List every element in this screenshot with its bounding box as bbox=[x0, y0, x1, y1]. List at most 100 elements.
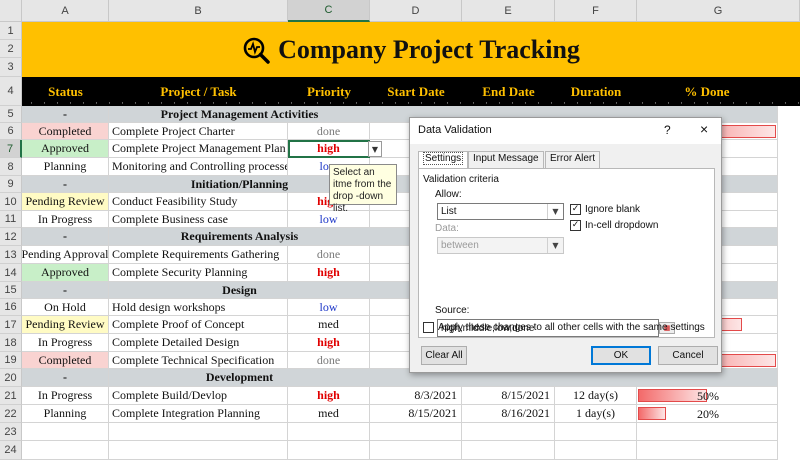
empty-cell[interactable] bbox=[462, 423, 555, 441]
priority-cell[interactable]: high bbox=[288, 140, 370, 158]
empty-cell[interactable] bbox=[22, 423, 109, 441]
empty-cell[interactable] bbox=[288, 441, 370, 460]
row-header-10[interactable]: 10 bbox=[0, 193, 22, 211]
row-header-24[interactable]: 24 bbox=[0, 441, 22, 460]
row-header-9[interactable]: 9 bbox=[0, 176, 22, 193]
header-status[interactable]: Status bbox=[22, 77, 109, 106]
title-banner[interactable]: Company Project Tracking bbox=[22, 22, 800, 77]
row-header-16[interactable]: 16 bbox=[0, 299, 22, 316]
column-header-e[interactable]: E bbox=[462, 0, 555, 22]
header-start-date[interactable]: Start Date bbox=[370, 77, 462, 106]
ignore-blank-checkbox[interactable]: ✓ bbox=[570, 204, 581, 215]
tab-error-alert[interactable]: Error Alert bbox=[545, 151, 601, 168]
task-cell[interactable]: Complete Requirements Gathering bbox=[109, 246, 288, 264]
status-cell[interactable]: In Progress bbox=[22, 211, 109, 228]
row-header-15[interactable]: 15 bbox=[0, 282, 22, 299]
column-header-a[interactable]: A bbox=[22, 0, 109, 22]
task-cell[interactable]: Complete Security Planning bbox=[109, 264, 288, 282]
task-cell[interactable]: Complete Business case bbox=[109, 211, 288, 228]
status-cell[interactable]: Planning bbox=[22, 158, 109, 176]
select-all-corner[interactable] bbox=[0, 0, 22, 22]
task-cell[interactable]: Complete Proof of Concept bbox=[109, 316, 288, 334]
task-cell[interactable]: Complete Build/Devlop bbox=[109, 387, 288, 405]
clear-all-button[interactable]: Clear All bbox=[421, 346, 467, 365]
task-cell[interactable]: Complete Detailed Design bbox=[109, 334, 288, 352]
row-header-1[interactable]: 1 bbox=[0, 22, 22, 40]
section-status-cell[interactable]: - bbox=[22, 106, 109, 123]
row-header-21[interactable]: 21 bbox=[0, 387, 22, 405]
dialog-titlebar[interactable]: Data Validation ? × bbox=[410, 118, 721, 144]
column-header-f[interactable]: F bbox=[555, 0, 637, 22]
priority-cell[interactable]: high bbox=[288, 334, 370, 352]
empty-cell[interactable] bbox=[555, 423, 637, 441]
priority-cell[interactable]: low bbox=[288, 299, 370, 316]
allow-select[interactable]: List ▼ bbox=[437, 203, 564, 220]
column-header-b[interactable]: B bbox=[109, 0, 288, 22]
row-header-12[interactable]: 12 bbox=[0, 228, 22, 246]
task-cell[interactable]: Conduct Feasibility Study bbox=[109, 193, 288, 211]
tab-input-message[interactable]: Input Message bbox=[468, 151, 544, 168]
status-cell[interactable]: Approved bbox=[22, 264, 109, 282]
in-cell-dropdown-checkbox[interactable]: ✓ bbox=[570, 220, 581, 231]
row-header-11[interactable]: 11 bbox=[0, 211, 22, 228]
apply-all-checkbox[interactable] bbox=[423, 322, 434, 333]
empty-cell[interactable] bbox=[637, 423, 778, 441]
column-header-g[interactable]: G bbox=[637, 0, 800, 22]
priority-cell[interactable]: med bbox=[288, 316, 370, 334]
ok-button[interactable]: OK bbox=[591, 346, 651, 365]
column-header-d[interactable]: D bbox=[370, 0, 462, 22]
header-end-date[interactable]: End Date bbox=[462, 77, 555, 106]
column-header-c[interactable]: C bbox=[288, 0, 370, 22]
priority-cell[interactable]: done bbox=[288, 123, 370, 140]
header-task[interactable]: Project / Task bbox=[109, 77, 288, 106]
status-cell[interactable]: In Progress bbox=[22, 387, 109, 405]
close-button[interactable]: × bbox=[700, 121, 708, 137]
status-cell[interactable]: Completed bbox=[22, 123, 109, 140]
help-button[interactable]: ? bbox=[664, 123, 671, 137]
row-header-14[interactable]: 14 bbox=[0, 264, 22, 282]
end-date-cell[interactable]: 8/15/2021 bbox=[462, 387, 555, 405]
empty-cell[interactable] bbox=[462, 441, 555, 460]
priority-cell[interactable]: high bbox=[288, 387, 370, 405]
task-cell[interactable]: Complete Project Management Plan bbox=[109, 140, 288, 158]
task-cell[interactable]: Complete Integration Planning bbox=[109, 405, 288, 423]
status-cell[interactable]: Completed bbox=[22, 352, 109, 369]
row-header-7[interactable]: 7 bbox=[0, 140, 22, 158]
empty-cell[interactable] bbox=[22, 441, 109, 460]
priority-cell[interactable]: med bbox=[288, 405, 370, 423]
start-date-cell[interactable]: 8/3/2021 bbox=[370, 387, 462, 405]
row-header-20[interactable]: 20 bbox=[0, 369, 22, 387]
row-header-4[interactable]: 4 bbox=[0, 77, 22, 106]
header-priority[interactable]: Priority bbox=[288, 77, 370, 106]
cancel-button[interactable]: Cancel bbox=[658, 346, 718, 365]
status-cell[interactable]: Pending Review bbox=[22, 193, 109, 211]
section-status-cell[interactable]: - bbox=[22, 176, 109, 193]
row-header-18[interactable]: 18 bbox=[0, 334, 22, 352]
duration-cell[interactable]: 1 day(s) bbox=[555, 405, 637, 423]
task-cell[interactable]: Hold design workshops bbox=[109, 299, 288, 316]
empty-cell[interactable] bbox=[288, 423, 370, 441]
status-cell[interactable]: On Hold bbox=[22, 299, 109, 316]
task-cell[interactable]: Monitoring and Controlling processes bbox=[109, 158, 288, 176]
row-header-3[interactable]: 3 bbox=[0, 58, 22, 77]
status-cell[interactable]: Pending Review bbox=[22, 316, 109, 334]
row-header-8[interactable]: 8 bbox=[0, 158, 22, 176]
priority-cell[interactable]: done bbox=[288, 352, 370, 369]
tab-settings[interactable]: Settings bbox=[418, 151, 469, 169]
end-date-cell[interactable]: 8/16/2021 bbox=[462, 405, 555, 423]
row-header-19[interactable]: 19 bbox=[0, 352, 22, 369]
status-cell[interactable]: In Progress bbox=[22, 334, 109, 352]
section-status-cell[interactable]: - bbox=[22, 282, 109, 299]
row-header-5[interactable]: 5 bbox=[0, 106, 22, 123]
row-header-6[interactable]: 6 bbox=[0, 123, 22, 140]
empty-cell[interactable] bbox=[370, 441, 462, 460]
status-cell[interactable]: Approved bbox=[22, 140, 109, 158]
priority-cell[interactable]: high bbox=[288, 264, 370, 282]
row-header-23[interactable]: 23 bbox=[0, 423, 22, 441]
section-status-cell[interactable]: - bbox=[22, 228, 109, 246]
empty-cell[interactable] bbox=[370, 423, 462, 441]
start-date-cell[interactable]: 8/15/2021 bbox=[370, 405, 462, 423]
empty-cell[interactable] bbox=[555, 441, 637, 460]
row-header-17[interactable]: 17 bbox=[0, 316, 22, 334]
status-cell[interactable]: Pending Approval bbox=[22, 246, 109, 264]
